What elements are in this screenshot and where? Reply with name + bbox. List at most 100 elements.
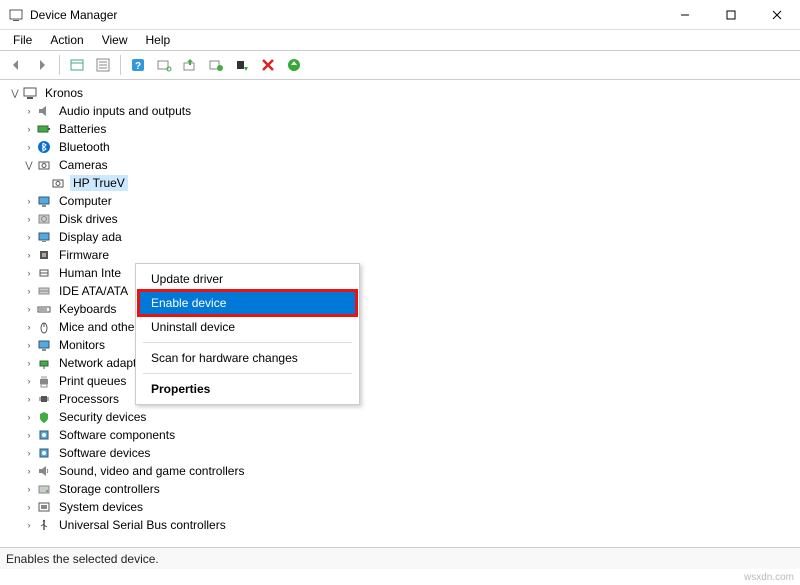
uninstall-button[interactable] [256, 53, 280, 77]
tree-category[interactable]: ›Print queues [8, 372, 800, 390]
expander-icon[interactable]: › [22, 466, 36, 476]
tree-category-label: System devices [56, 499, 146, 515]
tree-category[interactable]: ›Computer [8, 192, 800, 210]
show-hide-button[interactable] [65, 53, 89, 77]
expander-icon[interactable]: › [22, 124, 36, 134]
properties-button[interactable] [91, 53, 115, 77]
expander-icon[interactable]: › [22, 106, 36, 116]
expander-icon[interactable]: ⋁ [8, 88, 22, 99]
tree-category[interactable]: ›Sound, video and game controllers [8, 462, 800, 480]
statusbar: Enables the selected device. [0, 547, 800, 569]
context-menu-item[interactable]: Uninstall device [139, 315, 356, 339]
expander-icon[interactable]: › [22, 412, 36, 422]
menu-help[interactable]: Help [137, 31, 180, 49]
help-button[interactable]: ? [126, 53, 150, 77]
tree-root[interactable]: ⋁ Kronos [8, 84, 800, 102]
titlebar: Device Manager [0, 0, 800, 30]
tree-category-label: Monitors [56, 337, 108, 353]
expander-icon[interactable]: › [22, 520, 36, 530]
menu-view[interactable]: View [93, 31, 137, 49]
expander-icon[interactable]: › [22, 430, 36, 440]
hid-icon [36, 265, 52, 281]
camera-icon [50, 175, 66, 191]
expander-icon[interactable]: › [22, 394, 36, 404]
expander-icon[interactable]: › [22, 286, 36, 296]
disable-button[interactable] [230, 53, 254, 77]
expander-icon[interactable]: › [22, 340, 36, 350]
scan-button[interactable] [152, 53, 176, 77]
tree-category[interactable]: ›Network adapters [8, 354, 800, 372]
tree-category[interactable]: › Audio inputs and outputs [8, 102, 800, 120]
tree-category[interactable]: ›IDE ATA/ATA [8, 282, 800, 300]
tree-category[interactable]: › Human Inte [8, 264, 800, 282]
enable-button[interactable] [204, 53, 228, 77]
expander-icon[interactable]: › [22, 214, 36, 224]
context-menu-separator [143, 373, 352, 374]
tree-category-label: Firmware [56, 247, 112, 263]
tree-category[interactable]: ⋁Cameras [8, 156, 800, 174]
processor-icon [36, 391, 52, 407]
expander-icon[interactable]: › [22, 232, 36, 242]
tree-category[interactable]: ›Software devices [8, 444, 800, 462]
context-menu: Update driverEnable deviceUninstall devi… [135, 263, 360, 405]
storage-icon [36, 481, 52, 497]
tree-category-label: Audio inputs and outputs [56, 103, 194, 119]
toolbar-separator [120, 55, 121, 75]
context-menu-item[interactable]: Scan for hardware changes [139, 346, 356, 370]
menu-action[interactable]: Action [41, 31, 92, 49]
expander-icon[interactable]: › [22, 196, 36, 206]
sound-icon [36, 463, 52, 479]
tree-category[interactable]: › System devices [8, 498, 800, 516]
tree-category-label: Software components [56, 427, 178, 443]
app-icon [8, 7, 24, 23]
back-button[interactable] [4, 53, 28, 77]
context-menu-item[interactable]: Update driver [139, 267, 356, 291]
tree-category[interactable]: ›Processors [8, 390, 800, 408]
tree-category[interactable]: › Disk drives [8, 210, 800, 228]
tree-category-label: Security devices [56, 409, 149, 425]
context-menu-item[interactable]: Enable device [139, 291, 356, 315]
expander-icon[interactable]: › [22, 250, 36, 260]
minimize-button[interactable] [662, 0, 708, 30]
tree-category[interactable]: ›Keyboards [8, 300, 800, 318]
tree-category-label: Disk drives [56, 211, 121, 227]
expander-icon[interactable]: › [22, 502, 36, 512]
expander-icon[interactable]: › [22, 268, 36, 278]
mouse-icon [36, 319, 52, 335]
device-tree[interactable]: ⋁ Kronos › Audio inputs and outputs›Batte… [0, 80, 800, 558]
tree-category-label: Storage controllers [56, 481, 163, 497]
tree-category-label: Human Inte [56, 265, 124, 281]
tree-category[interactable]: ›Mice and other pointing devices [8, 318, 800, 336]
forward-button[interactable] [30, 53, 54, 77]
tree-category[interactable]: › Software components [8, 426, 800, 444]
tree-category[interactable]: › Monitors [8, 336, 800, 354]
refresh-button[interactable] [282, 53, 306, 77]
expander-icon[interactable]: › [22, 376, 36, 386]
expander-icon[interactable]: › [22, 322, 36, 332]
tree-category[interactable]: ›Bluetooth [8, 138, 800, 156]
expander-icon[interactable]: › [22, 358, 36, 368]
system-icon [36, 499, 52, 515]
tree-category[interactable]: › Security devices [8, 408, 800, 426]
tree-category-label: Universal Serial Bus controllers [56, 517, 229, 533]
maximize-button[interactable] [708, 0, 754, 30]
tree-category[interactable]: › Universal Serial Bus controllers [8, 516, 800, 534]
tree-category[interactable]: ›Batteries [8, 120, 800, 138]
tree-device[interactable]: HP TrueV [8, 174, 800, 192]
tree-category[interactable]: › Firmware [8, 246, 800, 264]
watermark: wsxdn.com [744, 572, 794, 583]
close-button[interactable] [754, 0, 800, 30]
tree-device-label: HP TrueV [70, 175, 128, 191]
speaker-icon [36, 103, 52, 119]
expander-icon[interactable]: › [22, 448, 36, 458]
menu-file[interactable]: File [4, 31, 41, 49]
tree-category[interactable]: ›Display ada [8, 228, 800, 246]
disk-icon [36, 211, 52, 227]
expander-icon[interactable]: › [22, 142, 36, 152]
update-driver-button[interactable] [178, 53, 202, 77]
expander-icon[interactable]: › [22, 484, 36, 494]
expander-icon[interactable]: › [22, 304, 36, 314]
expander-icon[interactable]: ⋁ [22, 160, 36, 171]
tree-category[interactable]: › Storage controllers [8, 480, 800, 498]
context-menu-item[interactable]: Properties [139, 377, 356, 401]
